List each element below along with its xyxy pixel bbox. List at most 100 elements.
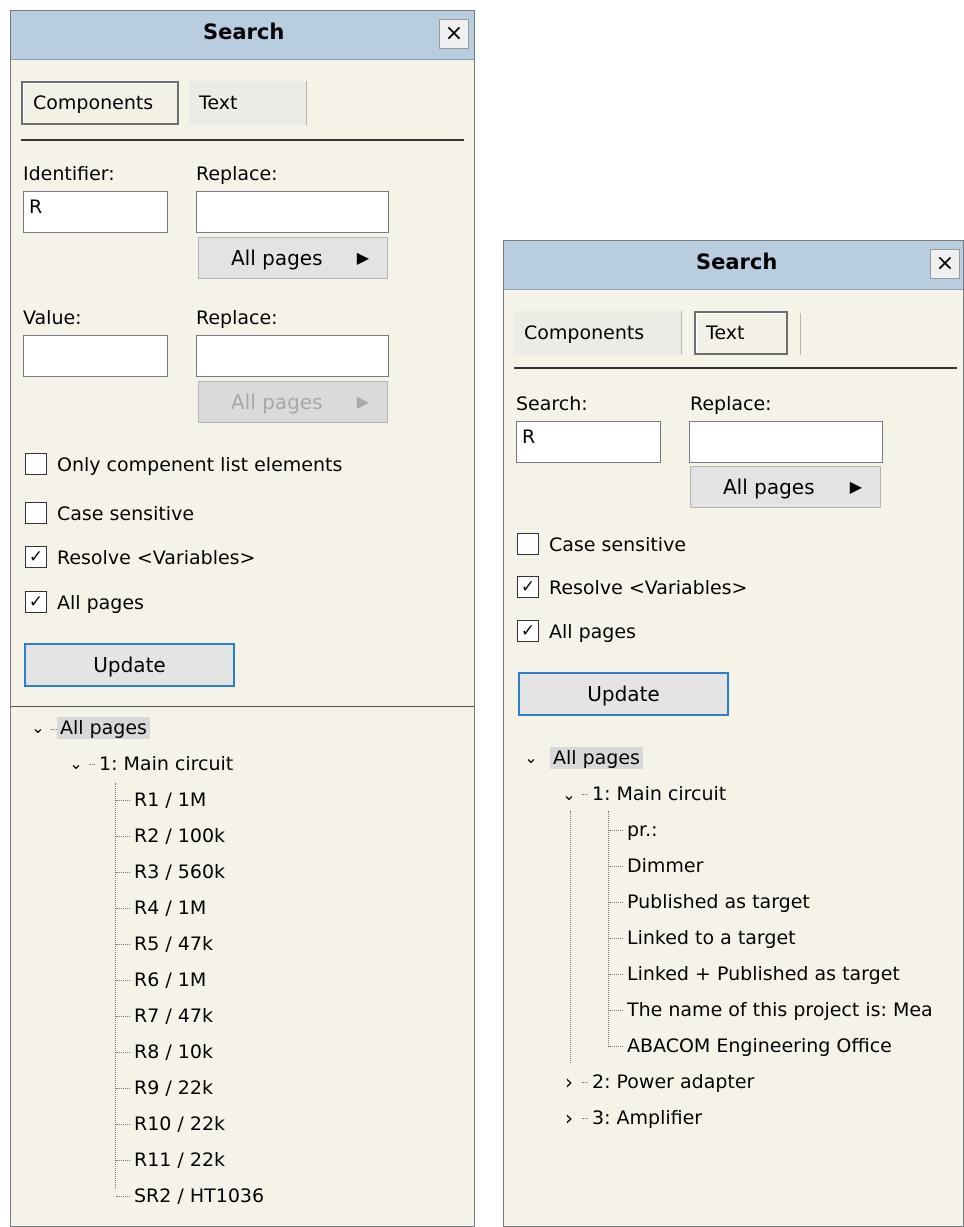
tree-guide xyxy=(608,811,609,1047)
close-button[interactable]: × xyxy=(930,249,960,279)
tree-guide xyxy=(570,811,571,1063)
identifier-input[interactable]: R xyxy=(23,191,168,233)
tree-item[interactable]: The name of this project is: Mea xyxy=(627,996,933,1024)
tree-root-label: All pages xyxy=(57,717,150,739)
chevron-right-icon[interactable]: › xyxy=(560,1108,578,1128)
check-icon[interactable]: ✓ xyxy=(25,546,47,568)
checkbox-label: Case sensitive xyxy=(57,503,195,525)
tree-item[interactable]: ABACOM Engineering Office xyxy=(627,1032,892,1060)
tree-guide xyxy=(609,902,623,903)
checkbox-label: Only compenent list elements xyxy=(57,454,343,476)
tree-item[interactable]: R5 / 47k xyxy=(134,930,213,958)
update-button[interactable]: Update xyxy=(24,643,235,687)
tab-components[interactable]: Components xyxy=(514,311,682,355)
tree-item[interactable]: SR2 / HT1036 xyxy=(134,1182,264,1210)
tree-item[interactable]: R9 / 22k xyxy=(134,1074,213,1102)
tree-item[interactable]: pr.: xyxy=(627,816,658,844)
close-button[interactable]: × xyxy=(439,19,469,49)
tab-text[interactable]: Text xyxy=(189,81,307,125)
tree-guide xyxy=(609,866,623,867)
arrow-right-icon: ▶ xyxy=(849,477,862,496)
tree-guide xyxy=(116,800,130,801)
tree-item[interactable]: R10 / 22k xyxy=(134,1110,225,1138)
chevron-down-icon[interactable]: ⌄ xyxy=(522,749,540,767)
checkbox-box[interactable] xyxy=(517,533,539,555)
tree-item[interactable]: R4 / 1M xyxy=(134,894,206,922)
tree-item[interactable]: R3 / 560k xyxy=(134,858,225,886)
check-icon[interactable]: ✓ xyxy=(517,620,539,642)
tree-guide xyxy=(609,974,623,975)
tree-item[interactable]: Linked to a target xyxy=(627,924,796,952)
checkbox-box[interactable] xyxy=(25,502,47,524)
tree-guide xyxy=(116,1124,130,1125)
identifier-label: Identifier: xyxy=(23,163,115,185)
checkbox-label: All pages xyxy=(549,621,636,643)
chevron-down-icon[interactable]: ⌄ xyxy=(67,755,85,773)
tree-page[interactable]: 1: Main circuit xyxy=(99,750,233,778)
tree-root[interactable]: All pages xyxy=(57,714,150,742)
checkbox-box[interactable] xyxy=(25,453,47,475)
search-replace-label: Replace: xyxy=(690,393,772,415)
identifier-replace-label: Replace: xyxy=(196,163,278,185)
tree-item[interactable]: R2 / 100k xyxy=(134,822,225,850)
all-pages-button-label: All pages xyxy=(231,390,323,414)
tree-guide xyxy=(609,1010,623,1011)
chevron-right-icon[interactable]: › xyxy=(560,1072,578,1092)
all-pages-button-label: All pages xyxy=(231,246,323,270)
tree-guide xyxy=(582,1082,588,1083)
tree-page-3[interactable]: 3: Amplifier xyxy=(592,1104,702,1132)
search-all-pages-button[interactable]: All pages ▶ xyxy=(690,466,881,508)
tab-divider xyxy=(514,367,957,369)
panel-title: Search xyxy=(203,20,285,44)
tree-guide xyxy=(116,1088,130,1089)
update-button[interactable]: Update xyxy=(518,672,729,716)
value-label: Value: xyxy=(23,307,82,329)
tree-root[interactable]: All pages xyxy=(550,744,643,772)
tree-guide xyxy=(582,1118,588,1119)
tree-item[interactable]: R1 / 1M xyxy=(134,786,206,814)
tree-guide xyxy=(116,1196,130,1197)
arrow-right-icon: ▶ xyxy=(356,392,369,411)
identifier-replace-input[interactable] xyxy=(196,191,389,233)
search-panel-text: Search × Components Text Search: Replace… xyxy=(503,240,964,1227)
tree-item[interactable]: R6 / 1M xyxy=(134,966,206,994)
tab-text[interactable]: Text xyxy=(694,311,788,355)
tree-guide xyxy=(582,794,588,795)
search-input[interactable]: R xyxy=(516,421,661,463)
tree-guide xyxy=(116,944,130,945)
check-icon[interactable]: ✓ xyxy=(25,591,47,613)
title-bar: Search × xyxy=(11,11,474,60)
tree-item[interactable]: R7 / 47k xyxy=(134,1002,213,1030)
tab-components[interactable]: Components xyxy=(21,81,179,125)
tab-edge xyxy=(800,313,801,355)
tree-guide xyxy=(116,1016,130,1017)
all-pages-button-label: All pages xyxy=(723,475,815,499)
tree-page-2[interactable]: 2: Power adapter xyxy=(592,1068,754,1096)
panel-title: Search xyxy=(696,250,778,274)
tree-root-label: All pages xyxy=(550,747,643,769)
tree-guide xyxy=(89,764,95,765)
value-input[interactable] xyxy=(23,335,168,377)
search-replace-input[interactable] xyxy=(689,421,883,463)
tree-guide xyxy=(116,1160,130,1161)
tree-item[interactable]: Published as target xyxy=(627,888,810,916)
tree-guide xyxy=(609,938,623,939)
tree-guide xyxy=(116,1052,130,1053)
chevron-down-icon[interactable]: ⌄ xyxy=(29,719,47,737)
check-icon[interactable]: ✓ xyxy=(517,576,539,598)
tree-item[interactable]: R11 / 22k xyxy=(134,1146,225,1174)
tree-guide xyxy=(609,830,623,831)
checkbox-label: All pages xyxy=(57,592,144,614)
tab-divider xyxy=(21,139,464,141)
search-label: Search: xyxy=(516,393,588,415)
identifier-all-pages-button[interactable]: All pages ▶ xyxy=(198,237,388,279)
tree-page-1[interactable]: 1: Main circuit xyxy=(592,780,726,808)
chevron-down-icon[interactable]: ⌄ xyxy=(560,786,578,804)
checkbox-label: Resolve <Variables> xyxy=(549,577,748,599)
checkbox-label: Resolve <Variables> xyxy=(57,547,256,569)
tree-item[interactable]: Linked + Published as target xyxy=(627,960,900,988)
value-replace-input[interactable] xyxy=(196,335,389,377)
value-all-pages-button[interactable]: All pages ▶ xyxy=(198,381,388,423)
tree-item[interactable]: Dimmer xyxy=(627,852,703,880)
tree-item[interactable]: R8 / 10k xyxy=(134,1038,213,1066)
